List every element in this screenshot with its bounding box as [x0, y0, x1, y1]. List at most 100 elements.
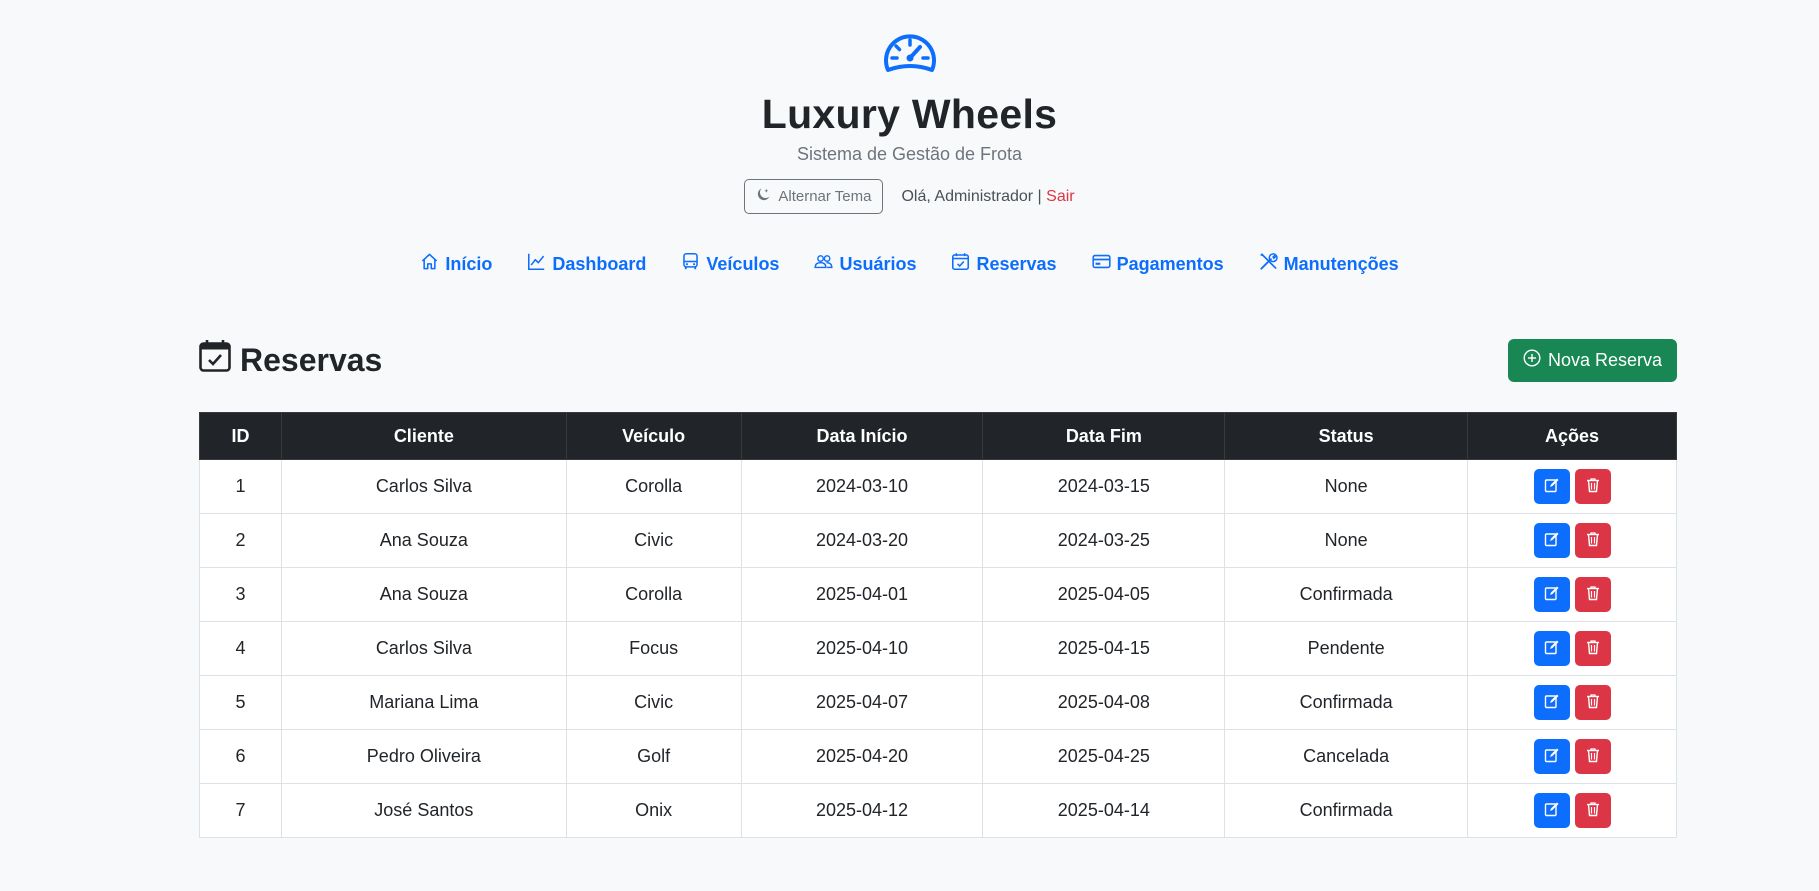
table-cell: Pendente	[1224, 621, 1469, 676]
table-cell: None	[1224, 459, 1469, 514]
nav-item-dashboard[interactable]: Dashboard	[527, 252, 646, 276]
column-header: Data Fim	[982, 412, 1226, 460]
toggle-theme-button[interactable]: Alternar Tema	[744, 179, 884, 214]
column-header: Data Início	[740, 412, 984, 460]
table-cell: 2024-03-15	[982, 459, 1226, 514]
table-row: 6 Pedro Oliveira Golf 2025-04-20 2025-04-25 C…	[199, 729, 1677, 784]
edit-button[interactable]	[1533, 793, 1570, 828]
row-actions	[1468, 523, 1676, 558]
logout-link[interactable]: Sair	[1046, 188, 1074, 205]
trash-icon	[1585, 747, 1601, 766]
new-reservation-button[interactable]: Nova Reserva	[1507, 338, 1677, 382]
table-cell: Mariana Lima	[280, 675, 567, 730]
table-header-row: ID Cliente Veículo Data Início Data Fim Statu…	[199, 412, 1677, 460]
brand-subtitle: Sistema de Gestão de Frota	[796, 144, 1023, 164]
table-cell: Corolla	[565, 459, 742, 514]
table-cell: Ana Souza	[280, 513, 567, 568]
row-actions	[1468, 577, 1676, 612]
edit-button[interactable]	[1533, 739, 1570, 774]
page-header: Luxury Wheels Sistema de Gestão de Frota…	[0, 0, 1819, 276]
table-cell: 2024-03-10	[740, 459, 984, 514]
pencil-square-icon	[1544, 639, 1560, 658]
edit-button[interactable]	[1533, 577, 1570, 612]
greeting-text: Olá, Administrador |	[901, 187, 1042, 205]
table-cell: 2025-04-14	[982, 783, 1226, 838]
edit-button[interactable]	[1533, 523, 1570, 558]
nav-item-label: Reservas	[976, 253, 1057, 274]
table-cell: Pedro Oliveira	[280, 729, 567, 784]
column-header: ID	[199, 412, 282, 460]
table-cell: 1	[199, 459, 282, 514]
trash-icon	[1585, 639, 1601, 658]
table-cell: Cancelada	[1224, 729, 1469, 784]
table-cell: 2025-04-15	[982, 621, 1226, 676]
table-row: 5 Mariana Lima Civic 2025-04-07 2025-04-08 Co…	[199, 675, 1677, 730]
row-actions	[1468, 685, 1676, 720]
calendar-check-icon	[199, 339, 231, 381]
delete-button[interactable]	[1574, 793, 1611, 828]
nav-item-pagamentos[interactable]: Pagamentos	[1091, 252, 1224, 276]
nav-item-label: Usuários	[839, 253, 917, 274]
edit-button[interactable]	[1533, 469, 1570, 504]
people-icon	[814, 252, 833, 276]
column-header: Cliente	[280, 412, 567, 460]
table-cell: 6	[199, 729, 282, 784]
edit-button[interactable]	[1533, 631, 1570, 666]
nav-item-manutencoes[interactable]: Manutenções	[1259, 252, 1399, 276]
graph-icon	[527, 252, 546, 276]
delete-button[interactable]	[1574, 685, 1611, 720]
column-header: Veículo	[565, 412, 742, 460]
edit-button[interactable]	[1533, 685, 1570, 720]
delete-button[interactable]	[1574, 523, 1611, 558]
table-cell: Confirmada	[1224, 783, 1469, 838]
nav-item-reservas[interactable]: Reservas	[951, 252, 1057, 276]
nav-item-inicio[interactable]: Início	[420, 252, 492, 276]
row-actions	[1468, 631, 1676, 666]
column-header: Status	[1224, 412, 1469, 460]
actions-cell	[1467, 621, 1677, 676]
table-cell: 2	[199, 513, 282, 568]
user-bar: Alternar Tema Olá, Administrador | Sair	[0, 179, 1819, 214]
pencil-square-icon	[1544, 531, 1560, 550]
table-cell: 2025-04-07	[740, 675, 984, 730]
page-title-text: Reservas	[240, 341, 383, 378]
table-cell: 5	[199, 675, 282, 730]
pencil-square-icon	[1544, 801, 1560, 820]
table-cell: Carlos Silva	[280, 459, 567, 514]
table-cell: 7	[199, 783, 282, 838]
main-nav: Início Dashboard Veículos Usuários Reser…	[0, 252, 1819, 276]
table-cell: Focus	[565, 621, 742, 676]
table-cell: 3	[199, 567, 282, 622]
table-cell: Carlos Silva	[280, 621, 567, 676]
row-actions	[1468, 793, 1676, 828]
table-cell: José Santos	[280, 783, 567, 838]
plus-circle-icon	[1523, 348, 1541, 372]
table-row: 7 José Santos Onix 2025-04-12 2025-04-14 Conf…	[199, 783, 1677, 838]
delete-button[interactable]	[1574, 469, 1611, 504]
trash-icon	[1585, 693, 1601, 712]
table-cell: 2024-03-20	[740, 513, 984, 568]
table-cell: Civic	[565, 675, 742, 730]
table-cell: Corolla	[565, 567, 742, 622]
table-cell: Civic	[565, 513, 742, 568]
nav-item-veiculos[interactable]: Veículos	[681, 252, 779, 276]
nav-item-usuarios[interactable]: Usuários	[814, 252, 916, 276]
row-actions	[1468, 739, 1676, 774]
table-cell: 2025-04-12	[740, 783, 984, 838]
delete-button[interactable]	[1574, 739, 1611, 774]
calendar-check-icon	[951, 252, 970, 276]
table-cell: Onix	[565, 783, 742, 838]
trash-icon	[1585, 585, 1601, 604]
row-actions	[1468, 469, 1676, 504]
delete-button[interactable]	[1574, 577, 1611, 612]
table-body: 1 Carlos Silva Corolla 2024-03-10 2024-03-15…	[199, 459, 1677, 838]
user-greeting: Olá, Administrador | Sair	[901, 188, 1074, 206]
table-cell: Confirmada	[1224, 675, 1469, 730]
page-heading-row: Reservas Nova Reserva	[199, 338, 1677, 382]
delete-button[interactable]	[1574, 631, 1611, 666]
credit-card-icon	[1091, 252, 1111, 276]
table-cell: 2025-04-25	[982, 729, 1226, 784]
tools-icon	[1259, 252, 1278, 276]
table-cell: 2025-04-01	[740, 567, 984, 622]
table-cell: None	[1224, 513, 1469, 568]
